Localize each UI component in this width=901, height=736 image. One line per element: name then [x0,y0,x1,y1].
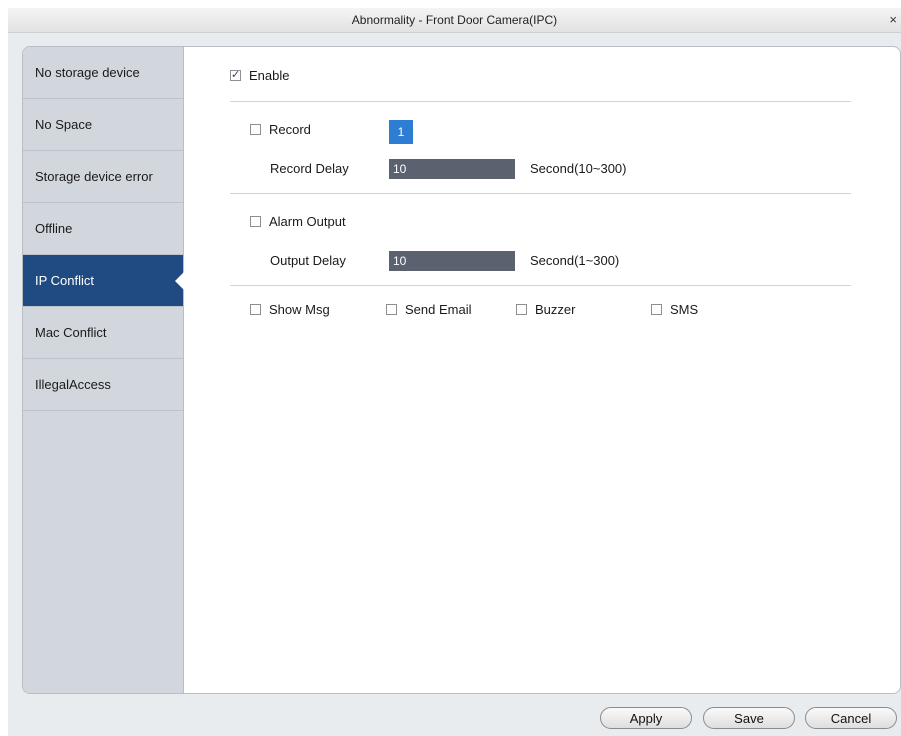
sidebar-item-mac-conflict[interactable]: Mac Conflict [23,307,183,359]
divider [230,285,851,286]
record-delay-unit: Second(10~300) [530,161,627,176]
sms-checkbox[interactable] [651,304,662,315]
send-email-checkbox[interactable] [386,304,397,315]
sms-label: SMS [670,302,699,317]
record-channel-badge[interactable]: 1 [389,120,413,144]
send-email-label: Send Email [405,302,472,317]
record-checkbox[interactable] [250,124,261,135]
output-delay-unit: Second(1~300) [530,253,620,268]
send-email-option: Send Email [386,302,471,317]
sidebar-item-storage-device-error[interactable]: Storage device error [23,151,183,203]
sidebar-item-no-storage-device[interactable]: No storage device [23,47,183,99]
sidebar-item-illegal-access[interactable]: IllegalAccess [23,359,183,411]
buzzer-checkbox[interactable] [516,304,527,315]
show-msg-option: Show Msg [250,302,330,317]
sidebar-item-no-space[interactable]: No Space [23,99,183,151]
enable-checkbox[interactable] [230,68,241,81]
buzzer-label: Buzzer [535,302,576,317]
divider [230,193,851,194]
output-delay-label: Output Delay [270,253,346,268]
content-area: Enable Record 1 Record Delay 10 Second(1… [184,47,900,693]
save-button[interactable]: Save [703,707,795,729]
alarm-output-label: Alarm Output [269,214,346,229]
record-delay-label: Record Delay [270,161,349,176]
record-label: Record [269,122,311,137]
record-delay-input[interactable]: 10 [389,159,515,179]
cancel-button[interactable]: Cancel [805,707,897,729]
enable-row: Enable [230,68,289,83]
title-bar: Abnormality - Front Door Camera(IPC) × [8,8,901,33]
show-msg-label: Show Msg [269,302,330,317]
divider [230,101,851,102]
apply-button[interactable]: Apply [600,707,692,729]
dialog-title: Abnormality - Front Door Camera(IPC) [351,13,558,27]
abnormality-dialog: Abnormality - Front Door Camera(IPC) × N… [8,8,901,736]
record-row: Record [250,122,311,137]
alarm-output-row: Alarm Output [250,214,346,229]
settings-panel: No storage device No Space Storage devic… [22,46,901,694]
sidebar: No storage device No Space Storage devic… [23,47,184,693]
output-delay-input[interactable]: 10 [389,251,515,271]
sidebar-item-ip-conflict[interactable]: IP Conflict [23,255,184,307]
sidebar-item-offline[interactable]: Offline [23,203,183,255]
alarm-output-checkbox[interactable] [250,216,261,227]
show-msg-checkbox[interactable] [250,304,261,315]
close-icon[interactable]: × [889,8,897,32]
buzzer-option: Buzzer [516,302,575,317]
enable-label: Enable [249,68,290,83]
sms-option: SMS [651,302,698,317]
